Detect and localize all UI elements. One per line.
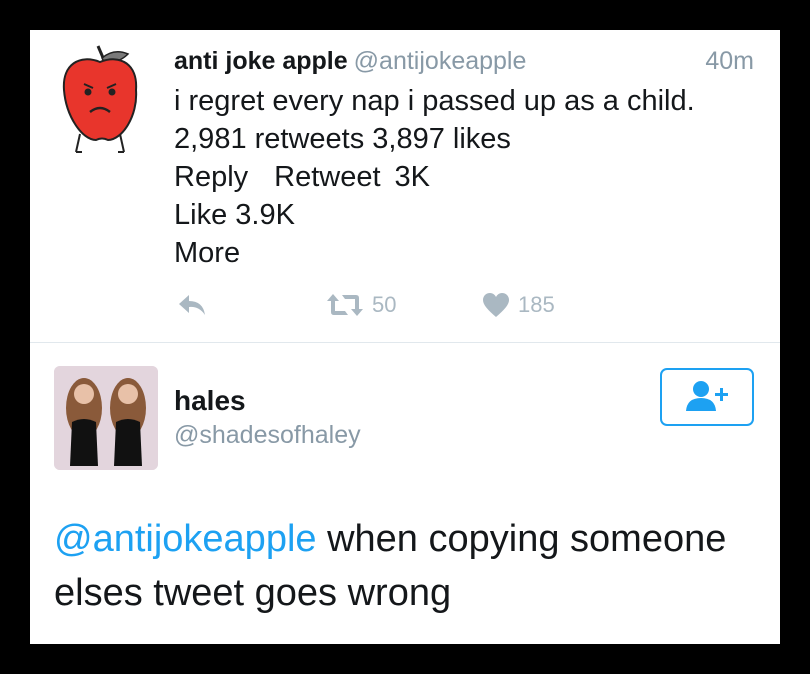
more-text: More (174, 237, 241, 269)
heart-icon (483, 293, 509, 317)
divider (30, 342, 780, 343)
tweet-action-line: Reply Retweet 3K (174, 160, 430, 194)
add-user-icon (686, 381, 728, 411)
retweet-count: 50 (372, 292, 397, 317)
avatar[interactable] (54, 366, 158, 470)
reply-text: Reply (174, 161, 249, 193)
retweet-text: Retweet (274, 161, 381, 193)
author-name[interactable]: anti joke apple (174, 47, 348, 75)
tweet-text: i regret every nap i passed up as a chil… (174, 85, 695, 117)
author-handle[interactable]: @shadesofhaley (174, 420, 361, 450)
mention-link[interactable]: @antijokeapple (54, 518, 317, 560)
like-count: 185 (518, 292, 555, 317)
reply-button[interactable] (176, 290, 208, 320)
screenshot-frame: anti joke apple @antijokeapple 40m i regr… (30, 30, 780, 644)
quoted-tweet[interactable]: anti joke apple @antijokeapple 40m i regr… (30, 30, 780, 343)
retweet-button[interactable]: 50 (326, 290, 396, 320)
author-handle[interactable]: @antijokeapple (354, 47, 527, 75)
reply-icon (179, 295, 205, 315)
reply-tweet-text: @antijokeapple when copying someone else… (54, 512, 754, 620)
tweet-header: anti joke apple @antijokeapple (174, 46, 526, 76)
follow-button[interactable] (660, 368, 754, 426)
author-name[interactable]: hales (174, 384, 246, 418)
sad-apple-icon[interactable] (60, 44, 140, 154)
retweet-icon (327, 294, 363, 316)
tweet-stats: 2,981 retweets 3,897 likes (174, 123, 511, 155)
like-text: Like 3.9K (174, 199, 295, 231)
like-button[interactable]: 185 (482, 290, 555, 320)
retweet-count-text: 3K (394, 161, 431, 193)
tweet-timestamp: 40m (705, 47, 754, 75)
